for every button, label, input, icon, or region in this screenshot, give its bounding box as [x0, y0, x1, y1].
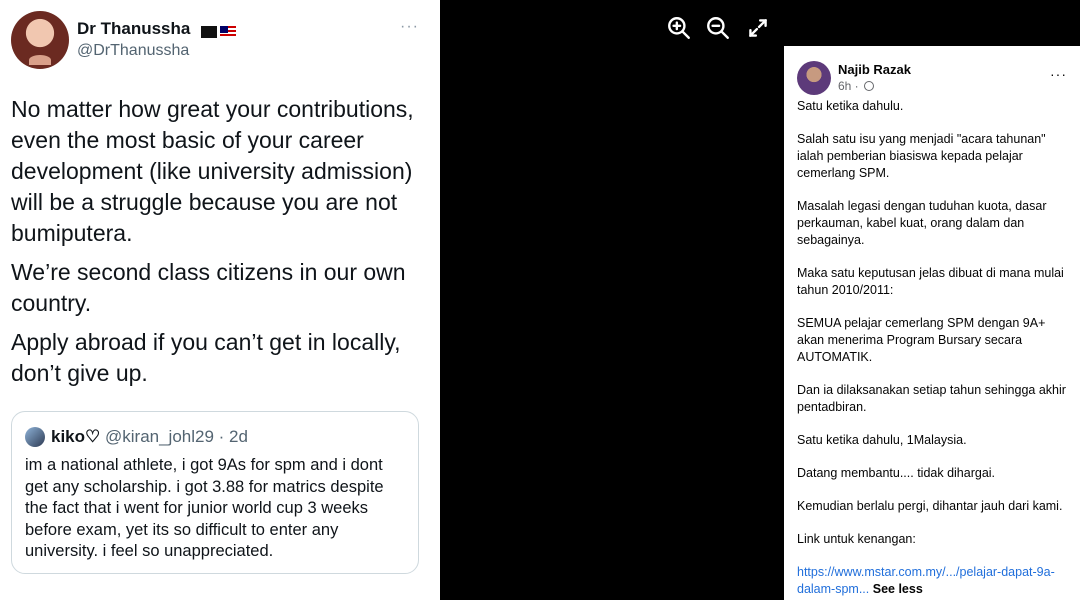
post-paragraph: Datang membantu.... tidak dihargai. — [797, 466, 996, 480]
tweet-paragraph: Apply abroad if you can’t get in locally… — [11, 329, 401, 386]
post-paragraph: Satu ketika dahulu. — [797, 99, 904, 113]
quoted-author-avatar — [25, 427, 45, 447]
post-link[interactable]: https://www.mstar.com.my/.../pelajar-dap… — [797, 565, 1055, 596]
malaysia-flag-icon — [220, 25, 237, 38]
flag-emojis — [201, 21, 239, 41]
post-paragraph: Link untuk kenangan: — [797, 532, 916, 546]
post-paragraph: Satu ketika dahulu, 1Malaysia. — [797, 433, 967, 447]
see-less-button[interactable]: See less — [873, 582, 923, 596]
post-text: Satu ketika dahulu. Salah satu isu yang … — [797, 98, 1075, 598]
poster-name[interactable]: Najib Razak — [838, 62, 911, 77]
more-options-icon[interactable]: ··· — [400, 18, 419, 36]
author-name[interactable]: Dr Thanussha — [77, 19, 190, 38]
tweet-card: Dr Thanussha @DrThanussha ··· No matter … — [0, 0, 440, 600]
more-options-icon[interactable]: ··· — [1050, 66, 1067, 82]
tweet-text: No matter how great your contributions, … — [11, 94, 431, 397]
quoted-author-handle: @kiran_johl29 · 2d — [105, 427, 248, 446]
tweet-paragraph: We’re second class citizens in our own c… — [11, 259, 406, 316]
author-handle[interactable]: @DrThanussha — [77, 42, 189, 60]
zoom-out-icon[interactable] — [705, 15, 731, 41]
post-paragraph: SEMUA pelajar cemerlang SPM dengan 9A+ a… — [797, 316, 1046, 364]
quoted-tweet-text: im a national athlete, i got 9As for spm… — [25, 456, 384, 560]
globe-icon — [864, 81, 875, 91]
post-paragraph: Dan ia dilaksanakan setiap tahun sehingg… — [797, 383, 1066, 414]
quoted-author-name: kiko♡ — [51, 427, 101, 446]
poster-avatar[interactable] — [797, 61, 831, 95]
post-paragraph: Maka satu keputusan jelas dibuat di mana… — [797, 266, 1064, 297]
post-paragraph: Kemudian berlalu pergi, dihantar jauh da… — [797, 499, 1063, 513]
post-paragraph: Masalah legasi dengan tuduhan kuota, das… — [797, 199, 1047, 247]
quoted-tweet[interactable]: kiko♡ @kiran_johl29 · 2d im a national a… — [11, 411, 419, 574]
fullscreen-icon[interactable] — [745, 15, 771, 41]
author-avatar[interactable] — [11, 11, 69, 69]
black-flag-icon — [201, 25, 218, 38]
facebook-post: Najib Razak 6h · ··· Satu ketika dahulu.… — [784, 46, 1080, 600]
post-paragraph: Salah satu isu yang menjadi "acara tahun… — [797, 132, 1046, 180]
image-viewer — [440, 0, 784, 600]
tweet-paragraph: No matter how great your contributions, … — [11, 96, 414, 246]
zoom-in-icon[interactable] — [666, 15, 692, 41]
post-time[interactable]: 6h · — [838, 79, 859, 93]
